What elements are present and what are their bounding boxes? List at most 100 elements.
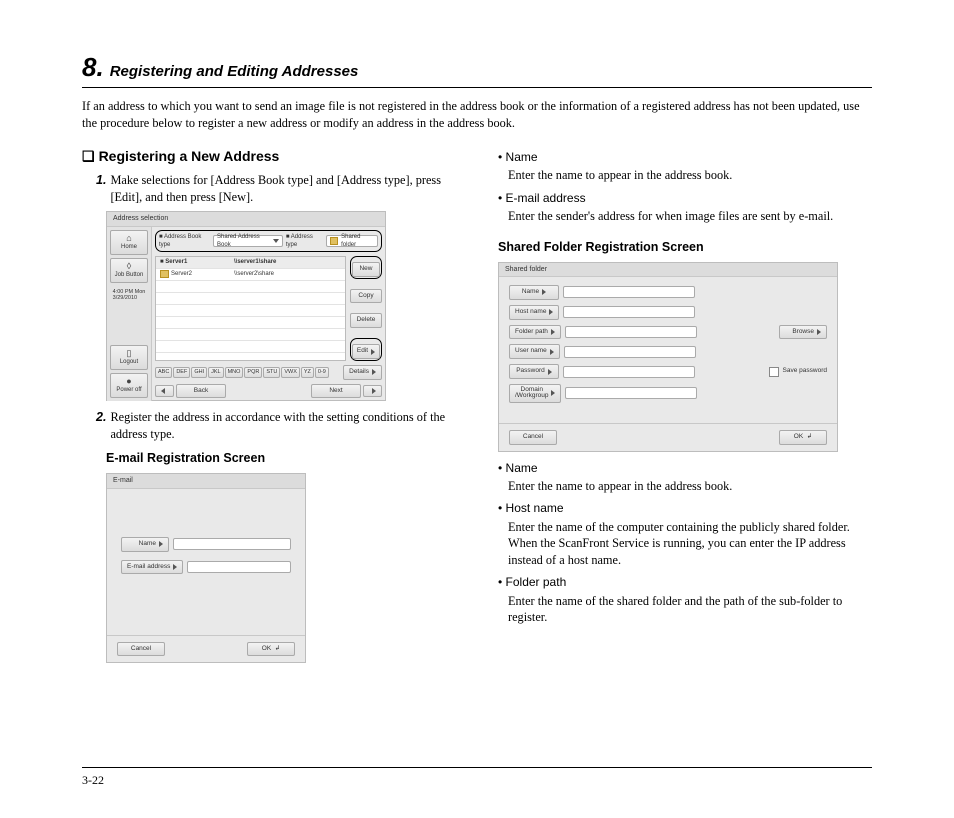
home-icon: ⌂ xyxy=(126,234,131,243)
sf-host-label-button[interactable]: Host name xyxy=(509,305,559,320)
delete-button[interactable]: Delete xyxy=(350,313,382,328)
table-row[interactable]: Server2 \\server2\share xyxy=(156,269,345,281)
bullet-name-desc: Enter the name to appear in the address … xyxy=(508,167,872,184)
power-icon: ● xyxy=(126,377,131,386)
right-column: • Name Enter the name to appear in the a… xyxy=(498,147,872,671)
page-number: 3-22 xyxy=(82,773,104,788)
alpha-btn[interactable]: JKL xyxy=(208,367,223,378)
alpha-btn[interactable]: MNO xyxy=(225,367,244,378)
chevron-right-icon xyxy=(159,541,163,547)
sf-domain-label-button[interactable]: Domain /Workgroup xyxy=(509,384,561,403)
power-off-button[interactable]: ●Power off xyxy=(110,373,148,398)
chevron-right-icon xyxy=(173,564,177,570)
name-label-button[interactable]: Name xyxy=(121,537,169,552)
sf-pass-input[interactable] xyxy=(563,366,695,378)
bullet-name-title: • Name xyxy=(498,149,872,165)
clock-display: 4:00 PM Mon 3/29/2010 xyxy=(110,286,148,305)
sf-cancel-button[interactable]: Cancel xyxy=(509,430,557,445)
bullet-sf-host-desc: Enter the name of the computer containin… xyxy=(508,519,872,569)
address-book-type-select[interactable]: Shared Address Book xyxy=(213,235,283,247)
chapter-title: Registering and Editing Addresses xyxy=(110,63,359,80)
sf-host-input[interactable] xyxy=(563,306,695,318)
bullet-email-desc: Enter the sender's address for when imag… xyxy=(508,208,872,225)
next-button[interactable]: Next xyxy=(311,384,361,399)
address-type-select[interactable]: Shared folder xyxy=(326,235,378,247)
screenshot-shared-folder: Shared folder Name Host name Folder path… xyxy=(498,262,838,452)
alpha-btn[interactable]: YZ xyxy=(301,367,314,378)
screenshot-address-selection: Address selection ⌂Home ◊Job Button 4:00… xyxy=(106,211,386,401)
alpha-btn[interactable]: VWX xyxy=(281,367,300,378)
screenshot-email-registration: E-mail Name E-mail address Cancel OK ↲ xyxy=(106,473,306,663)
back-button[interactable]: Back xyxy=(176,384,226,399)
sf-pass-label-button[interactable]: Password xyxy=(509,364,559,379)
chapter-number: 8. xyxy=(82,52,104,83)
section-bullet-icon: ❏ xyxy=(82,148,95,164)
email-label-button[interactable]: E-mail address xyxy=(121,560,183,575)
chevron-right-icon xyxy=(551,390,555,396)
left-column: ❏Registering a New Address 1. Make selec… xyxy=(82,147,456,671)
alpha-btn[interactable]: DEF xyxy=(173,367,190,378)
browse-button[interactable]: Browse xyxy=(779,325,827,340)
address-table: ■ Server1 \\server1\share Server2 \\serv… xyxy=(155,256,346,361)
job-button[interactable]: ◊Job Button xyxy=(110,258,148,283)
alpha-btn[interactable]: GHI xyxy=(191,367,207,378)
new-button[interactable]: New xyxy=(352,262,380,277)
name-input[interactable] xyxy=(173,538,291,550)
chevron-right-icon xyxy=(817,329,821,335)
sf-folder-label-button[interactable]: Folder path xyxy=(509,325,561,340)
step-text-1: Make selections for [Address Book type] … xyxy=(110,172,456,205)
bullet-sf-folder-desc: Enter the name of the shared folder and … xyxy=(508,593,872,626)
alpha-btn[interactable]: PQR xyxy=(244,367,262,378)
alpha-btn[interactable]: ABC xyxy=(155,367,172,378)
sf-user-input[interactable] xyxy=(564,346,696,358)
chevron-left-icon xyxy=(161,388,165,394)
next-arrow-button[interactable] xyxy=(363,385,382,397)
sf-ok-button[interactable]: OK ↲ xyxy=(779,430,827,445)
chevron-right-icon xyxy=(550,349,554,355)
home-button[interactable]: ⌂Home xyxy=(110,230,148,255)
bullet-sf-host-title: • Host name xyxy=(498,500,872,516)
bullet-email-title: • E-mail address xyxy=(498,190,872,206)
intro-paragraph: If an address to which you want to send … xyxy=(82,98,872,131)
frame2-title: E-mail xyxy=(107,474,305,488)
alpha-filter: ABC DEF GHI JKL MNO PQR STU VWX YZ 0-9 xyxy=(155,367,341,378)
sf-folder-input[interactable] xyxy=(565,326,697,338)
step-text-2: Register the address in accordance with … xyxy=(110,409,456,442)
job-icon: ◊ xyxy=(127,262,131,271)
chevron-right-icon xyxy=(371,349,375,355)
edit-button[interactable]: Edit xyxy=(352,344,380,359)
email-input[interactable] xyxy=(187,561,291,573)
logout-button[interactable]: ▯Logout xyxy=(110,345,148,370)
logout-icon: ▯ xyxy=(127,349,132,358)
sf-name-input[interactable] xyxy=(563,286,695,298)
shared-folder-heading: Shared Folder Registration Screen xyxy=(498,239,872,256)
address-book-type-label: ■ Address Book type xyxy=(159,233,210,249)
step-number-2: 2. xyxy=(96,409,106,442)
alpha-btn[interactable]: STU xyxy=(263,367,280,378)
footer-rule xyxy=(82,767,872,768)
cancel-button[interactable]: Cancel xyxy=(117,642,165,657)
table-header: ■ Server1 \\server1\share xyxy=(156,257,345,269)
bullet-sf-name-desc: Enter the name to appear in the address … xyxy=(508,478,872,495)
details-button[interactable]: Details xyxy=(343,365,382,380)
section-heading: Registering a New Address xyxy=(99,148,280,164)
sf-domain-input[interactable] xyxy=(565,387,697,399)
address-type-label: ■ Address type xyxy=(286,233,323,249)
frame1-sidebar: ⌂Home ◊Job Button 4:00 PM Mon 3/29/2010 … xyxy=(107,227,152,402)
chevron-right-icon xyxy=(549,309,553,315)
frame1-title: Address selection xyxy=(107,212,385,226)
chevron-right-icon xyxy=(372,388,376,394)
folder-icon xyxy=(160,270,169,278)
save-password-checkbox[interactable] xyxy=(769,367,779,377)
ok-button[interactable]: OK ↲ xyxy=(247,642,295,657)
step-number-1: 1. xyxy=(96,172,106,205)
frame3-title: Shared folder xyxy=(499,263,837,277)
save-password-label: Save password xyxy=(783,367,827,376)
chevron-right-icon xyxy=(551,329,555,335)
email-screen-heading: E-mail Registration Screen xyxy=(106,450,456,467)
sf-name-label-button[interactable]: Name xyxy=(509,285,559,300)
copy-button[interactable]: Copy xyxy=(350,289,382,304)
back-arrow-button[interactable] xyxy=(155,385,174,397)
alpha-btn[interactable]: 0-9 xyxy=(315,367,329,378)
sf-user-label-button[interactable]: User name xyxy=(509,344,560,359)
